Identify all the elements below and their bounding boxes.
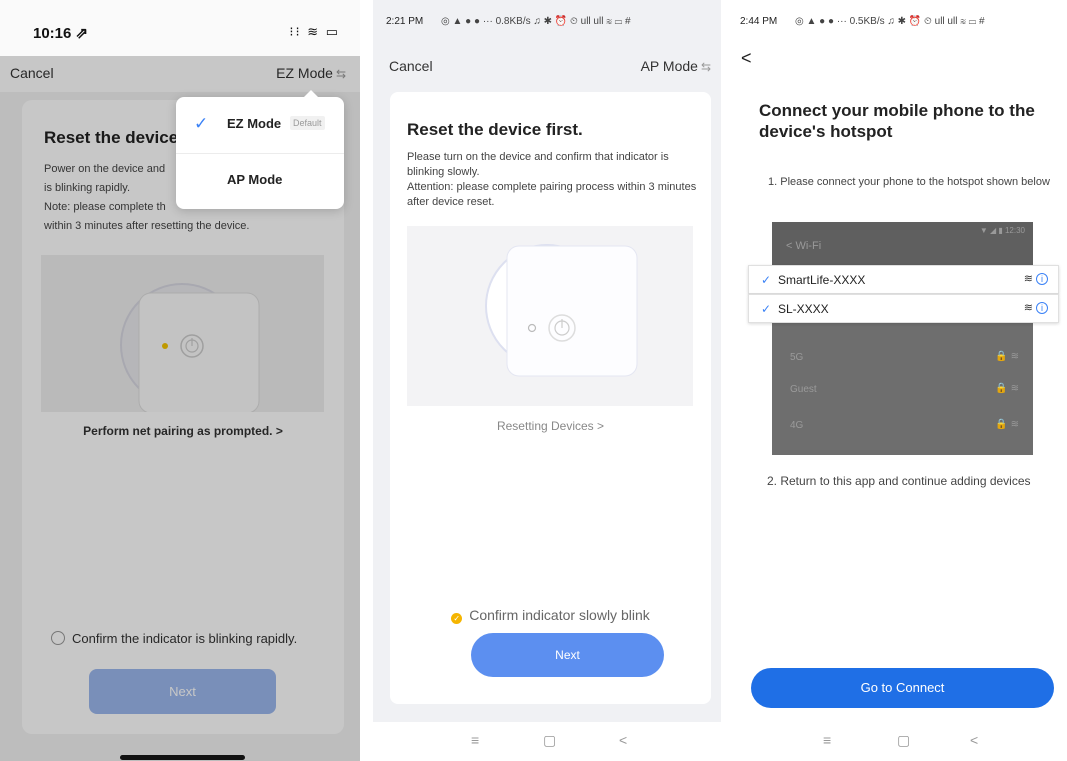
android-nav-bar: ≡ ▢ < [373,722,721,761]
nav-bar: Cancel AP Mode ⇆ [373,52,721,84]
menu-item-label: AP Mode [227,172,283,187]
wifi-title: < Wi-Fi [786,240,822,252]
device-illustration [407,226,693,406]
menu-icon[interactable]: ≡ [823,732,831,748]
menu-caret [304,90,318,97]
menu-item-ap-mode[interactable]: AP Mode [176,153,344,209]
wifi-row: 4G 🔒 ≋ [772,410,1033,442]
wifi-list-illustration: < Wi-Fi ▼ ◢ ▮ 12:30 5G 🔒 ≋ Guest 🔒 ≋ 4G … [772,222,1033,455]
hotspot-screen: 2:44 PM ◎ ▲ ● ● ··· 0.5KB/s ♫ ✱ ⏰ ⏲ ull … [727,0,1067,761]
android-nav-bar: ≡ ▢ < [727,722,1067,761]
swap-arrows-icon: ⇆ [700,60,711,74]
wifi-name: 4G [790,420,804,431]
status-time: 2:44 PM [740,16,778,27]
step-one-text: 1. Please connect your phone to the hots… [768,176,1050,188]
check-circle-icon: ✓ [451,613,463,624]
ap-mode-screen: 2:21 PM ◎ ▲ ● ● ··· 0.8KB/s ♫ ✱ ⏰ ⏲ ull … [373,0,721,761]
hotspot-network-item: ✓ SmartLife-XXXX ≋ i [748,265,1059,294]
back-button[interactable]: < [741,48,752,69]
wifi-row: Guest 🔒 ≋ [772,374,1033,406]
go-to-connect-button[interactable]: Go to Connect [751,668,1054,708]
reset-card: Reset the device first. Please turn on t… [390,92,711,704]
home-indicator [120,755,245,760]
wifi-info-icon: ≋ i [1024,272,1048,285]
network-name: SL-XXXX [778,302,829,316]
wifi-row: 5G 🔒 ≋ [772,342,1033,374]
wifi-header: < Wi-Fi ▼ ◢ ▮ 12:30 [772,222,1033,266]
page-title: Reset the device first. [407,120,583,139]
status-icons: ◎ ▲ ● ● ··· 0.8KB/s ♫ ✱ ⏰ ⏲ ull ull ≋ ▭ … [441,16,631,27]
back-icon[interactable]: < [619,732,627,748]
check-icon: ✓ [194,114,209,133]
step-two-text: 2. Return to this app and continue addin… [767,474,1031,488]
page-title: Connect your mobile phone to the device'… [759,101,1035,141]
check-icon: ✓ [761,302,772,316]
next-button[interactable]: Next [471,633,664,677]
wifi-name: 5G [790,352,804,363]
confirm-row[interactable]: ✓ Confirm indicator slowly blink [390,607,711,624]
status-bar: 10:16 ⇗ ⁝⁝ ≋ ▭ [0,0,360,56]
mode-label: AP Mode [640,58,698,74]
default-badge: Default [290,116,325,130]
home-icon[interactable]: ▢ [897,732,910,749]
mode-switch-button[interactable]: AP Mode ⇆ [641,58,711,74]
confirm-label: Confirm indicator slowly blink [469,607,650,623]
network-name: SmartLife-XXXX [778,273,866,287]
resetting-devices-link[interactable]: Resetting Devices > [390,419,711,433]
lock-wifi-icon: 🔒 ≋ [995,419,1019,430]
menu-item-ez-mode[interactable]: ✓ EZ Mode Default [176,97,344,153]
back-icon[interactable]: < [970,732,978,748]
cancel-button[interactable]: Cancel [389,58,433,74]
wifi-info-icon: ≋ i [1024,301,1048,314]
lock-wifi-icon: 🔒 ≋ [995,383,1019,394]
phone-status: ▼ ◢ ▮ 12:30 [979,226,1025,235]
instructions: Please turn on the device and confirm th… [407,151,697,208]
menu-icon[interactable]: ≡ [471,732,479,748]
lock-wifi-icon: 🔒 ≋ [995,351,1019,362]
status-time: 2:21 PM [386,16,424,27]
home-icon[interactable]: ▢ [543,732,556,749]
status-time: 10:16 ⇗ [33,25,89,42]
device-illustration-svg [485,244,638,377]
status-icons: ⁝⁝ ≋ ▭ [289,24,340,39]
status-icons: ◎ ▲ ● ● ··· 0.5KB/s ♫ ✱ ⏰ ⏲ ull ull ≋ ▭ … [795,16,985,27]
ez-mode-screen: 10:16 ⇗ ⁝⁝ ≋ ▭ Cancel EZ Mode ⇆ Reset the… [0,0,360,761]
status-bar: 2:21 PM ◎ ▲ ● ● ··· 0.8KB/s ♫ ✱ ⏰ ⏲ ull … [373,0,721,44]
wifi-name: Guest [790,384,817,395]
check-icon: ✓ [761,273,772,287]
status-bar: 2:44 PM ◎ ▲ ● ● ··· 0.5KB/s ♫ ✱ ⏰ ⏲ ull … [727,0,1067,44]
menu-item-label: EZ Mode [227,116,282,131]
hotspot-network-item: ✓ SL-XXXX ≋ i [748,294,1059,323]
mode-dropdown-menu: ✓ EZ Mode Default AP Mode [176,90,344,209]
